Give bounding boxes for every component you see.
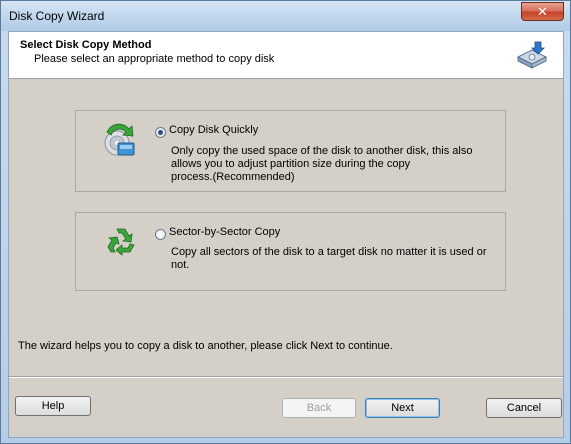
footer-divider — [9, 376, 563, 378]
disk-copy-wizard-window: Disk Copy Wizard ✕ Select Disk Copy Meth… — [0, 0, 571, 444]
copy-quickly-description: Only copy the used space of the disk to … — [171, 145, 472, 184]
description-line: not. — [171, 259, 190, 271]
wizard-body: Select Disk Copy Method Please select an… — [8, 31, 564, 438]
next-button[interactable]: Next — [365, 398, 440, 418]
copy-quickly-radio[interactable] — [155, 127, 166, 138]
window-title: Disk Copy Wizard — [9, 9, 105, 23]
disk-copy-icon — [516, 41, 548, 69]
sector-by-sector-description: Copy all sectors of the disk to a target… — [171, 246, 486, 272]
sector-by-sector-option: Sector-by-Sector Copy Copy all sectors o… — [75, 212, 506, 291]
page-title: Select Disk Copy Method — [20, 39, 152, 51]
cancel-button[interactable]: Cancel — [486, 398, 562, 418]
title-bar[interactable]: Disk Copy Wizard ✕ — [1, 1, 570, 31]
copy-quickly-option: Copy Disk Quickly Only copy the used spa… — [75, 110, 506, 192]
close-icon: ✕ — [537, 4, 548, 19]
description-line: Copy all sectors of the disk to a target… — [171, 246, 487, 258]
wizard-hint-text: The wizard helps you to copy a disk to a… — [18, 340, 393, 352]
copy-quickly-label[interactable]: Copy Disk Quickly — [169, 124, 258, 136]
help-button[interactable]: Help — [15, 396, 91, 416]
sector-by-sector-radio[interactable] — [155, 229, 166, 240]
description-line: allows you to adjust partition size duri… — [171, 158, 411, 170]
sector-by-sector-label[interactable]: Sector-by-Sector Copy — [169, 226, 280, 238]
disk-arrow-icon — [104, 123, 135, 156]
close-button[interactable]: ✕ — [521, 2, 564, 21]
recycle-icon — [107, 228, 135, 256]
description-line: process.(Recommended) — [171, 171, 295, 183]
back-button[interactable]: Back — [282, 398, 356, 418]
page-subtitle: Please select an appropriate method to c… — [34, 53, 275, 65]
wizard-header: Select Disk Copy Method Please select an… — [9, 32, 563, 79]
description-line: Only copy the used space of the disk to … — [171, 145, 473, 157]
